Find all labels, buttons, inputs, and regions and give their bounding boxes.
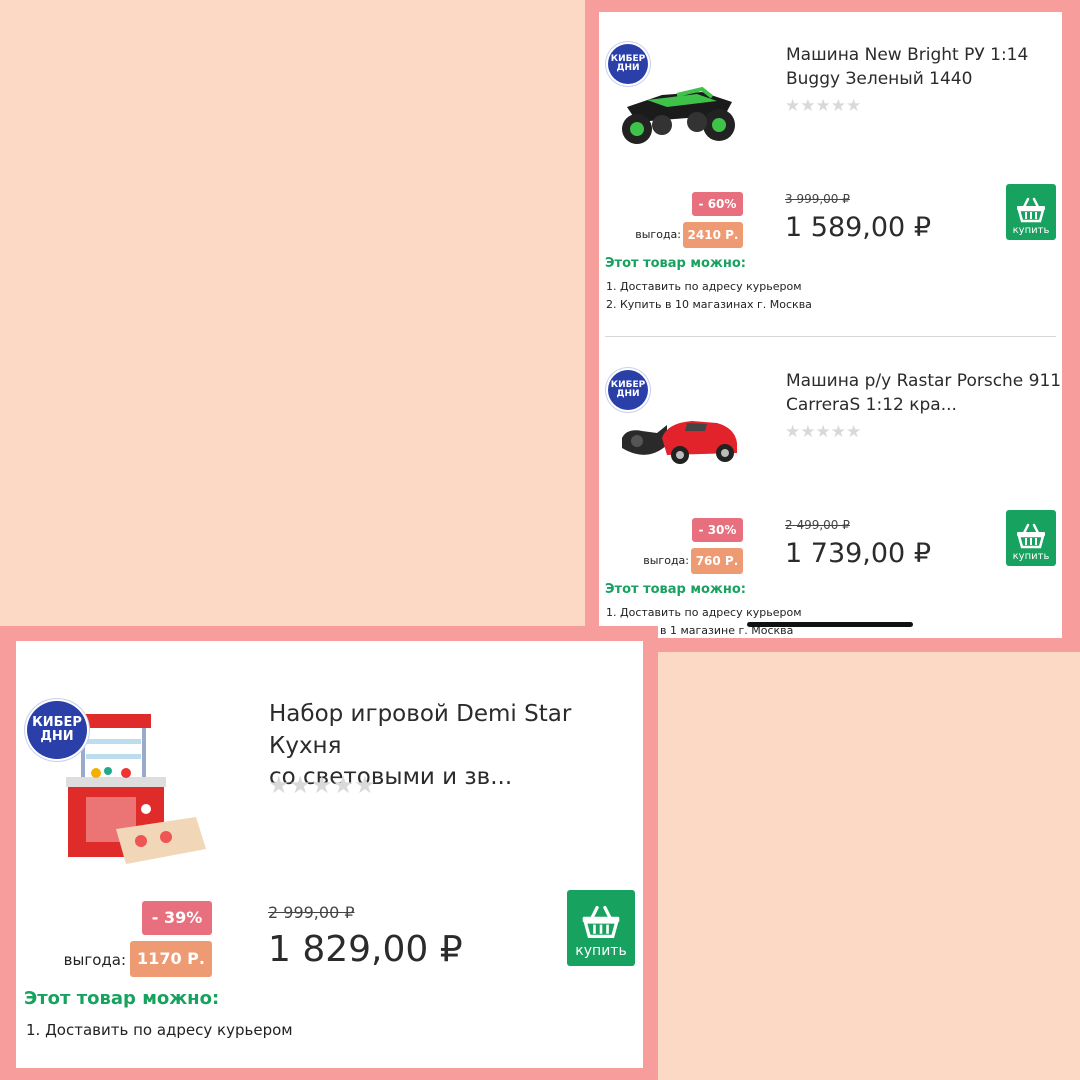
product-card[interactable]: КИБЕР ДНИ Машина р/у Rastar Porsche 911 … [599,338,1062,638]
discount-badge: - 60% [692,192,743,216]
savings-label: выгода: [643,554,689,567]
card-divider [605,336,1056,337]
cyber-days-badge: КИБЕР ДНИ [27,701,87,759]
top-screenshot-panel: КИБЕР ДНИ Машина New Bright РУ 1:14 Bugg… [599,12,1062,638]
rating-stars[interactable]: ★ ★ ★ ★ ★ [785,422,861,442]
badge-line-2: ДНИ [616,63,640,73]
product-title-line-2: CarreraS 1:12 кра... [786,394,957,415]
star-icon: ★ [846,96,862,116]
savings-value: 2410 Р. [683,222,743,248]
star-icon: ★ [332,771,355,799]
product-title[interactable]: Машина New Bright РУ 1:14 Buggy Зеленый … [786,44,1028,92]
buy-button[interactable]: купить [1006,184,1056,240]
rating-stars[interactable]: ★ ★ ★ ★ ★ [268,771,376,799]
home-indicator [747,622,913,627]
star-icon: ★ [354,771,376,799]
star-icon: ★ [289,771,312,799]
availability-title: Этот товар можно: [24,988,220,1009]
basket-icon [1017,197,1045,223]
availability-list: 1. Доставить по адресу курьером 2. Купит… [606,278,812,314]
availability-option[interactable]: 2. Купить в 10 магазинах г. Москва [606,296,812,314]
star-icon: ★ [800,422,816,442]
product-title-line-2: Buggy Зеленый 1440 [786,68,973,89]
current-price: 1 739,00 ₽ [785,538,931,569]
current-price: 1 829,00 ₽ [268,929,463,970]
availability-title: Этот товар можно: [605,582,746,597]
product-card[interactable]: КИБЕР ДНИ Набор игровой Demi Star Кухня … [16,641,643,1068]
availability-list: 1. Доставить по адресу курьером [26,1019,293,1041]
savings-value: 760 Р. [691,548,743,574]
rating-stars[interactable]: ★ ★ ★ ★ ★ [785,96,861,116]
product-title-line-1: Машина р/у Rastar Porsche 911 [786,371,1062,391]
availability-option[interactable]: 1. Доставить по адресу курьером [26,1019,293,1041]
discount-badge: - 39% [142,901,212,935]
savings-value: 1170 Р. [130,941,212,977]
badge-line-1: КИБЕР [32,715,82,731]
basket-icon [582,905,620,939]
discount-badge: - 30% [692,518,743,542]
basket-icon [1017,523,1045,549]
buy-button-label: купить [575,943,627,959]
star-icon: ★ [785,422,801,442]
old-price: 2 499,00 ₽ [785,518,850,532]
old-price: 2 999,00 ₽ [268,903,355,922]
savings-label: выгода: [63,951,126,969]
availability-title: Этот товар можно: [605,256,746,271]
product-title[interactable]: Машина р/у Rastar Porsche 911 CarreraS 1… [786,370,1061,418]
product-title-line-1: Машина New Bright РУ 1:14 [786,45,1029,65]
star-icon: ★ [830,96,846,116]
buy-button-label: купить [1012,551,1050,562]
star-icon: ★ [785,96,801,116]
current-price: 1 589,00 ₽ [785,212,931,243]
star-icon: ★ [830,422,846,442]
cyber-days-badge: КИБЕР ДНИ [608,370,648,410]
star-icon: ★ [815,96,831,116]
product-title-line-1: Набор игровой Demi Star Кухня [269,701,572,759]
buy-button[interactable]: купить [567,890,635,966]
savings-label: выгода: [635,228,681,241]
cyber-days-badge: КИБЕР ДНИ [608,44,648,84]
buy-button-label: купить [1012,225,1050,236]
product-card[interactable]: КИБЕР ДНИ Машина New Bright РУ 1:14 Bugg… [599,12,1062,332]
bottom-screenshot-panel: КИБЕР ДНИ Набор игровой Demi Star Кухня … [16,641,643,1068]
star-icon: ★ [800,96,816,116]
availability-option[interactable]: 1. Доставить по адресу курьером [606,604,802,622]
star-icon: ★ [311,771,333,799]
star-icon: ★ [815,422,831,442]
badge-line-2: ДНИ [40,729,74,744]
availability-option[interactable]: 1. Доставить по адресу курьером [606,278,812,296]
badge-line-2: ДНИ [616,389,640,399]
star-icon: ★ [846,422,862,442]
buy-button[interactable]: купить [1006,510,1056,566]
star-icon: ★ [268,771,290,799]
old-price: 3 999,00 ₽ [785,192,850,206]
